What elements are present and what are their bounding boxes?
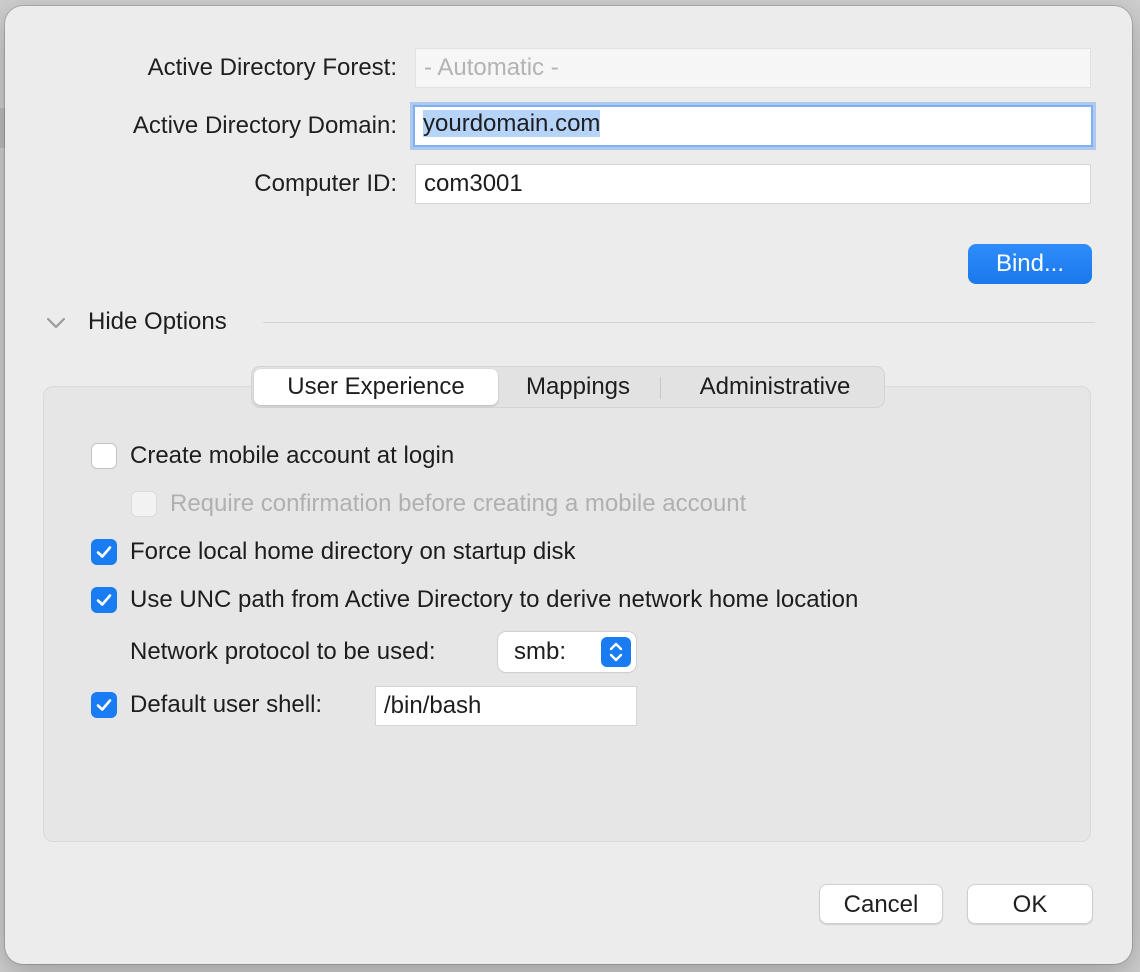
require-confirmation-checkbox[interactable]: [131, 491, 157, 517]
force-local-home-checkbox[interactable]: [91, 539, 117, 565]
use-unc-path-checkbox[interactable]: [91, 587, 117, 613]
default-shell-checkbox[interactable]: [91, 692, 117, 718]
ok-button[interactable]: OK: [967, 884, 1093, 924]
tab-mappings[interactable]: Mappings: [510, 369, 646, 405]
default-shell-label[interactable]: Default user shell:: [130, 691, 322, 719]
computer-id-field[interactable]: com3001: [415, 164, 1091, 204]
up-down-chevron-icon: [601, 637, 631, 667]
cancel-button[interactable]: Cancel: [819, 884, 943, 924]
network-protocol-label: Network protocol to be used:: [130, 638, 436, 665]
network-protocol-popup[interactable]: smb:: [498, 632, 636, 672]
force-local-home-label[interactable]: Force local home directory on startup di…: [130, 538, 576, 566]
active-directory-dialog: Active Directory Forest: - Automatic - A…: [5, 6, 1132, 964]
checkmark-icon: [96, 546, 112, 558]
options-disclosure[interactable]: Hide Options: [45, 306, 1095, 340]
hide-options-label[interactable]: Hide Options: [88, 308, 227, 336]
tab-administrative[interactable]: Administrative: [672, 369, 878, 405]
mobile-account-label[interactable]: Create mobile account at login: [130, 442, 454, 470]
mobile-account-checkbox[interactable]: [91, 443, 117, 469]
forest-label: Active Directory Forest:: [147, 54, 397, 81]
domain-field[interactable]: yourdomain.com: [413, 105, 1093, 147]
forest-field[interactable]: - Automatic -: [415, 48, 1091, 88]
tab-separator: [660, 377, 661, 399]
bind-button[interactable]: Bind...: [968, 244, 1092, 284]
options-divider: [263, 322, 1095, 323]
chevron-down-icon[interactable]: [45, 312, 67, 334]
domain-label: Active Directory Domain:: [132, 112, 397, 139]
options-tabs: User Experience Mappings Administrative: [251, 366, 885, 408]
checkmark-icon: [96, 699, 112, 711]
tab-user-experience[interactable]: User Experience: [254, 369, 498, 405]
use-unc-path-label[interactable]: Use UNC path from Active Directory to de…: [130, 586, 858, 614]
default-shell-field[interactable]: /bin/bash: [375, 686, 637, 726]
domain-value: yourdomain.com: [423, 110, 601, 137]
checkmark-icon: [96, 594, 112, 606]
network-protocol-value: smb:: [514, 638, 567, 665]
require-confirmation-label: Require confirmation before creating a m…: [170, 490, 747, 517]
computer-id-label: Computer ID:: [254, 170, 397, 197]
